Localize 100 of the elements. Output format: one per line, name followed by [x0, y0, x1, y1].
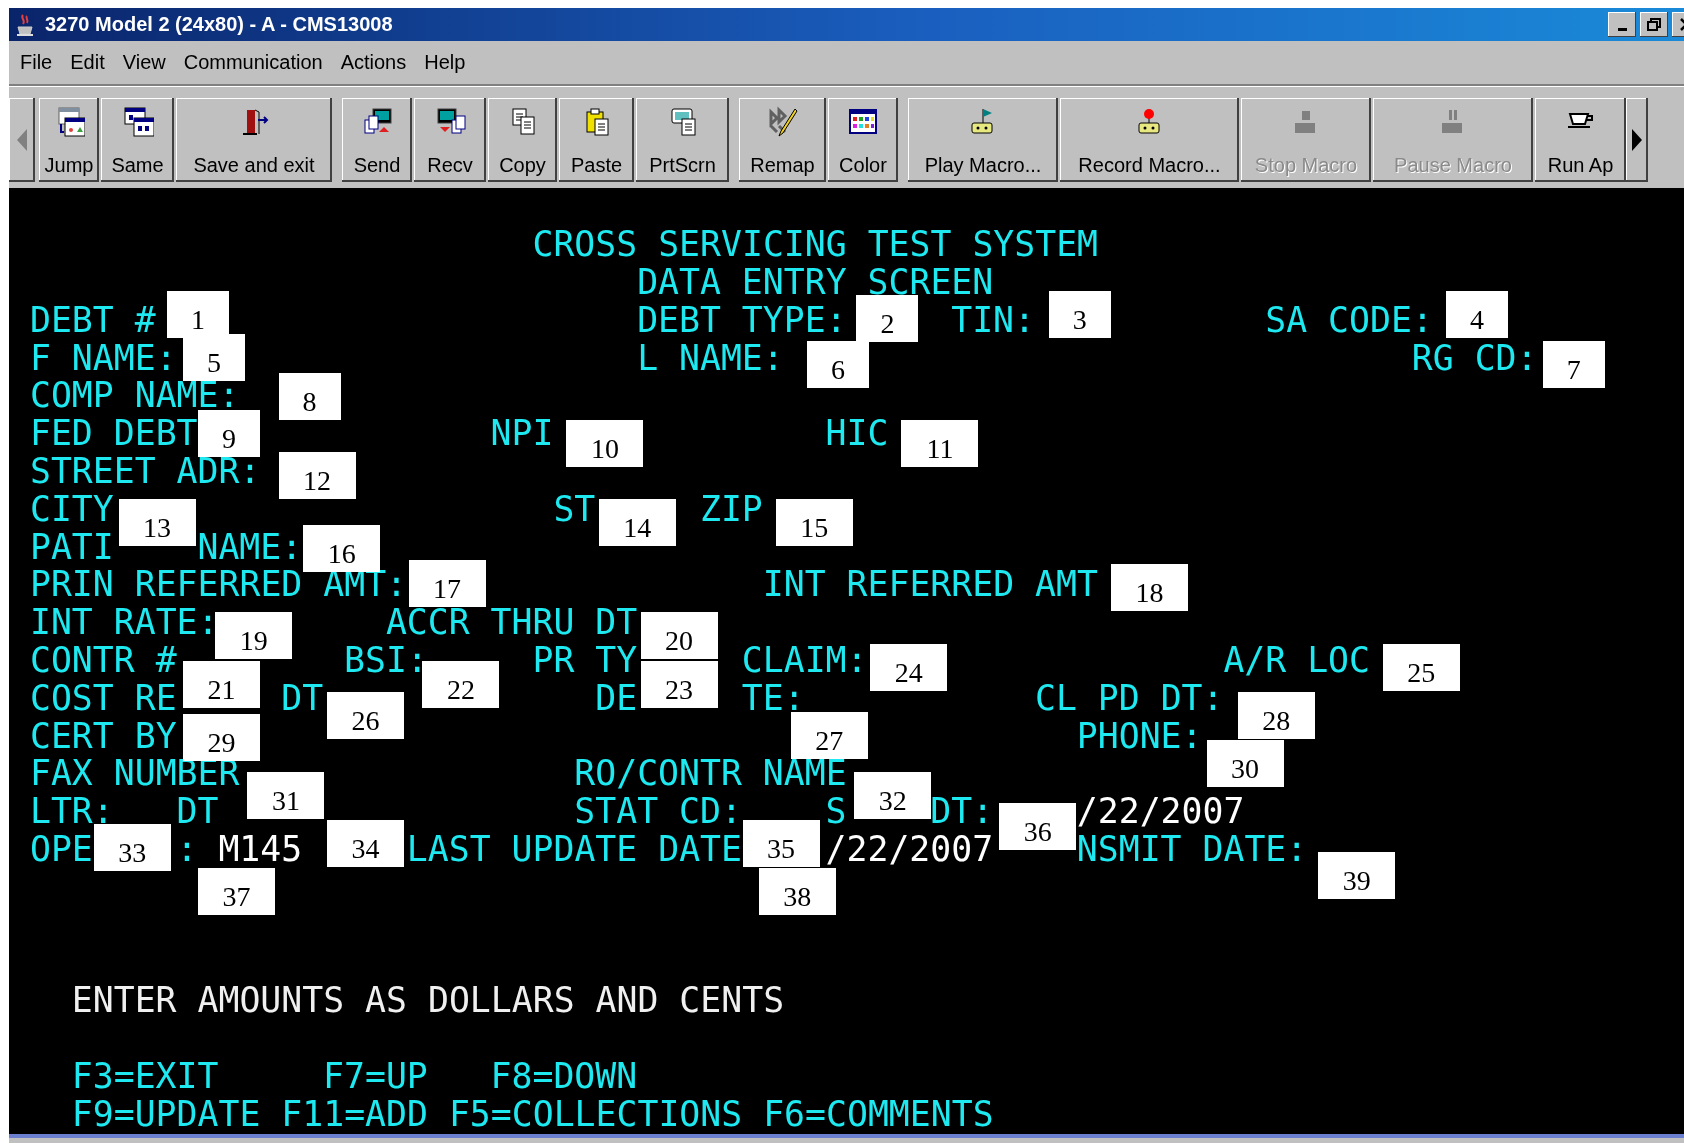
field-label: DEBT # — [29, 302, 156, 338]
callout-number: 35 — [742, 819, 820, 867]
toolbar-button[interactable]: Play Macro... — [908, 98, 1058, 182]
callout-number: 29 — [183, 714, 260, 762]
window-title: 3270 Model 2 (24x80) - A - CMS13008 — [45, 13, 393, 36]
field-label: FED DEBT — [29, 416, 198, 452]
toolbar-button[interactable]: Same — [101, 98, 174, 182]
toolbar-button[interactable]: Save and exit — [176, 98, 332, 182]
callout-number: 33 — [93, 823, 171, 871]
callout-number: 37 — [198, 867, 275, 915]
left-arrow-icon — [16, 128, 28, 152]
field-label: NAME: — [197, 529, 303, 565]
callout-number: 20 — [640, 612, 718, 660]
field-label: OPE — [29, 832, 93, 867]
field-label: TIN: — [951, 302, 1035, 338]
callout-number: 12 — [278, 452, 356, 500]
field-label: S — [825, 794, 847, 830]
callout-number: 9 — [198, 410, 260, 458]
callout-number: 23 — [640, 660, 718, 708]
callout-number: 31 — [247, 772, 325, 820]
callout-number: 18 — [1110, 563, 1188, 611]
windows-icon — [121, 106, 154, 138]
field-label: COST RE — [29, 680, 177, 716]
function-key-hint: F8=DOWN — [490, 1058, 638, 1094]
field-label: CERT BY — [29, 718, 177, 754]
callout-number: 34 — [326, 819, 404, 867]
field-label: HIC — [825, 416, 889, 452]
field-label: CONTR # — [29, 643, 177, 678]
callout-number: 38 — [758, 867, 836, 915]
field-label: PHONE: — [1076, 718, 1203, 754]
field-value: /22/2007 — [1076, 794, 1245, 830]
field-label: CL PD DT: — [1034, 680, 1224, 716]
field-value: M145 — [218, 832, 303, 867]
toolbar-button[interactable]: Remap — [739, 98, 826, 182]
field-label: SA CODE: — [1265, 302, 1433, 338]
field-label: DE — [595, 680, 638, 716]
callout-number: 10 — [566, 420, 644, 467]
field-label: CITY — [29, 491, 114, 527]
screen-title: CROSS SERVICING TEST SYSTEM — [532, 227, 1099, 263]
field-label: PATI — [29, 529, 114, 565]
scroll-right-button[interactable] — [1626, 98, 1648, 182]
callout-number: 8 — [278, 372, 341, 420]
toolbar-button[interactable]: Color — [828, 98, 898, 182]
callout-number: 24 — [870, 644, 948, 692]
toolbar-button[interactable]: PrtScrn — [636, 98, 729, 182]
field-label: INT REFERRED AMT — [762, 567, 1098, 603]
callout-number: 36 — [999, 803, 1077, 851]
callout-number: 39 — [1318, 851, 1396, 899]
function-key-hint: F7=UP — [323, 1058, 428, 1094]
field-label: DT — [281, 680, 324, 716]
toolbar-button[interactable]: Send — [342, 98, 412, 182]
callout-number: 25 — [1382, 644, 1460, 692]
callout-number: 21 — [183, 660, 260, 708]
callout-number: 27 — [790, 712, 868, 760]
toolbar-button[interactable]: Jump — [39, 98, 99, 182]
menu-item[interactable]: Communication — [174, 49, 332, 76]
field-label: NSMIT DATE: — [1076, 832, 1308, 867]
field-value: /22/2007 — [825, 832, 994, 867]
field-label: A/R LOC — [1223, 643, 1371, 678]
menu-item[interactable]: Actions — [331, 49, 416, 76]
callout-number: 22 — [422, 660, 500, 708]
instruction-text: ENTER AMOUNTS AS DOLLARS AND CENTS — [71, 983, 785, 1019]
field-label: PR TY — [532, 643, 638, 678]
menu-item[interactable]: Edit — [61, 49, 114, 76]
field-label: ST — [553, 491, 596, 527]
callout-number: 13 — [118, 499, 196, 547]
toolbar-button[interactable]: Run Ap — [1535, 98, 1626, 182]
toolbar-button[interactable]: Paste — [559, 98, 634, 182]
scroll-left-button[interactable] — [9, 98, 35, 182]
callout-number: 7 — [1542, 340, 1605, 388]
callout-number: 11 — [901, 420, 979, 467]
callout-number: 1 — [166, 291, 229, 339]
toolbar-button[interactable]: Recv — [414, 98, 486, 182]
callout-number: 26 — [326, 691, 404, 739]
field-label: RG CD: — [1411, 340, 1538, 376]
callout-number: 19 — [215, 612, 293, 660]
field-label: DT: — [930, 794, 994, 830]
field-label: NPI — [490, 416, 554, 452]
function-key-hint: F3=EXIT — [71, 1058, 219, 1094]
callout-number: 14 — [598, 499, 676, 547]
callout-number: 32 — [854, 772, 932, 820]
field-label: ACCR THRU DT — [385, 605, 638, 641]
field-label: : — [176, 832, 198, 867]
right-arrow-icon — [1631, 128, 1643, 152]
menu-item[interactable]: Help — [415, 49, 475, 76]
callout-number: 15 — [775, 499, 853, 547]
field-label: LAST UPDATE DATE — [406, 832, 742, 867]
field-label: L NAME: — [637, 340, 784, 376]
callout-number: 6 — [806, 340, 869, 388]
menu-item[interactable]: View — [113, 49, 175, 76]
callout-number: 17 — [408, 559, 486, 607]
toolbar-button[interactable]: Copy — [488, 98, 557, 182]
field-label: CLAIM: — [741, 643, 868, 678]
callout-number: 28 — [1237, 691, 1315, 739]
field-label: DEBT TYPE: — [637, 302, 847, 338]
toolbar-button[interactable]: Record Macro... — [1060, 98, 1239, 182]
callout-number: 3 — [1048, 291, 1111, 339]
menu-item[interactable]: File — [11, 49, 62, 76]
callout-number: 4 — [1446, 291, 1508, 339]
field-label: F NAME: — [29, 340, 177, 376]
